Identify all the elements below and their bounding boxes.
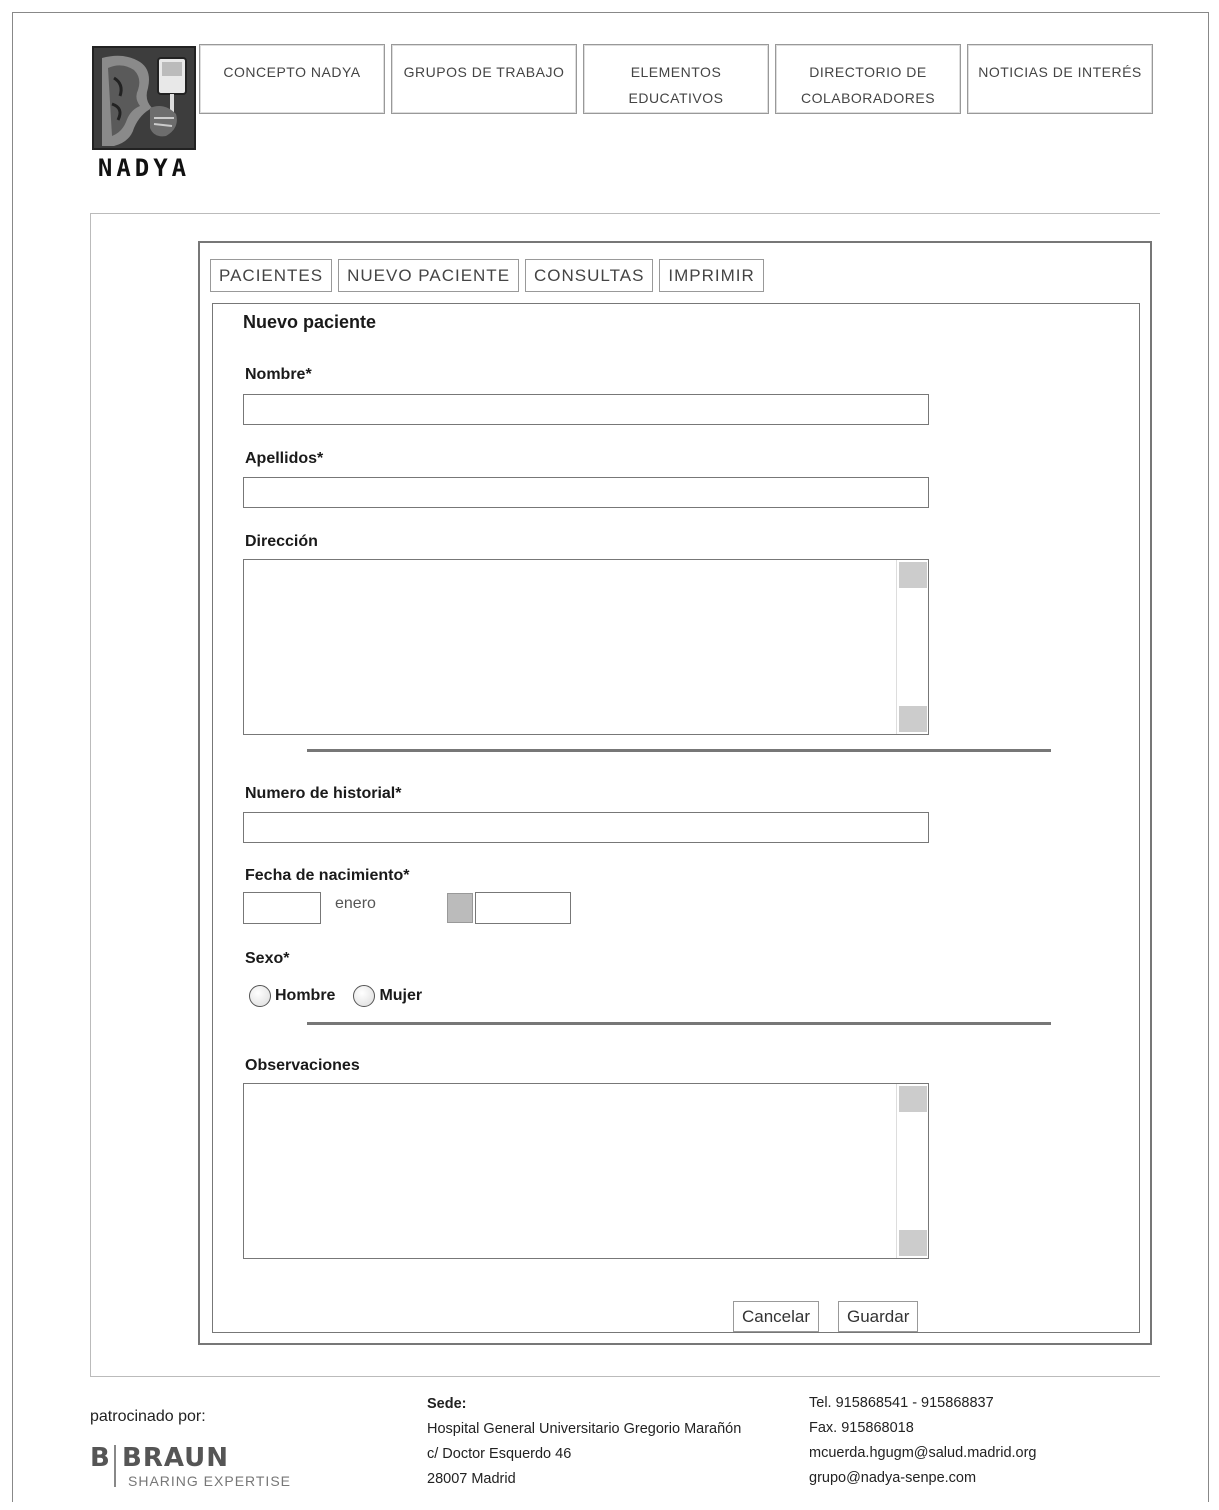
section-divider [307,1022,1051,1025]
new-patient-form: Nuevo paciente Nombre* Apellidos* Direcc… [212,303,1140,1333]
nav-label: GRUPOS DE TRABAJO [403,64,565,80]
scroll-up-button[interactable] [899,562,927,588]
nav-directorio-colaboradores[interactable]: DIRECTORIO DE COLABORADORES [775,44,961,114]
form-title: Nuevo paciente [243,312,377,332]
tab-nuevo-paciente[interactable]: NUEVO PACIENTE [338,259,520,292]
braun-logo-bar [114,1445,116,1487]
birth-month-select[interactable]: enero [323,892,473,924]
scroll-up-button[interactable] [899,1086,927,1112]
nav-label: DIRECTORIO DE COLABORADORES [800,64,936,106]
nav-grupos-de-trabajo[interactable]: GRUPOS DE TRABAJO [391,44,577,114]
radio-hombre-label[interactable]: Hombre [275,987,335,1005]
sexo-label: Sexo* [245,950,290,967]
scroll-down-button[interactable] [899,706,927,732]
fecha-nacimiento-label: Fecha de nacimiento* [245,867,410,884]
braun-tagline: SHARING EXPERTISE [128,1473,292,1489]
scroll-down-button[interactable] [899,1230,927,1256]
content-left-rule [90,213,91,1377]
historial-input[interactable] [243,812,929,843]
nav-elementos-educativos[interactable]: ELEMENTOS EDUCATIVOS [583,44,769,114]
top-nav: CONCEPTO NADYA GRUPOS DE TRABAJO ELEMENT… [199,44,1153,114]
contact-phone: Tel. 915868541 - 915868837 [809,1395,994,1411]
contact-email-link[interactable]: mcuerda.hgugm@salud.madrid.org [809,1441,1037,1466]
tab-imprimir[interactable]: IMPRIMIR [659,259,764,292]
sexo-radio-group: Hombre Mujer [249,985,436,1007]
observaciones-label: Observaciones [245,1057,360,1074]
birth-day-input[interactable] [243,892,321,924]
braun-logo-b: B [90,1443,110,1473]
sede-line: Hospital General Universitario Gregorio … [427,1421,742,1437]
tab-pacientes[interactable]: PACIENTES [210,259,333,292]
observaciones-input[interactable] [244,1084,898,1258]
sede-heading: Sede: [427,1396,467,1412]
sponsor-label: patrocinado por: [90,1408,206,1425]
braun-logo-name: BRAUN [122,1443,230,1473]
radio-mujer-label[interactable]: Mujer [379,987,422,1005]
contact-email-link[interactable]: grupo@nadya-senpe.com [809,1466,1037,1491]
bbraun-logo[interactable]: B BRAUN SHARING EXPERTISE [90,1443,300,1491]
section-divider [307,749,1051,752]
contact-info: Tel. 915868541 - 915868837 Fax. 91586801… [809,1391,1037,1491]
sede-line: c/ Doctor Esquerdo 46 [427,1446,572,1462]
dropdown-arrow-icon[interactable] [447,893,473,923]
sede-line: 28007 Madrid [427,1471,516,1487]
nav-label: CONCEPTO NADYA [223,64,361,80]
nav-noticias-de-interes[interactable]: NOTICIAS DE INTERÉS [967,44,1153,114]
footer-divider [90,1376,1160,1377]
month-value: enero [335,895,376,912]
nadya-logo[interactable]: NADYA [92,46,196,186]
nombre-label: Nombre* [245,366,312,383]
tab-consultas[interactable]: CONSULTAS [525,259,654,292]
nombre-input[interactable] [243,394,929,425]
direccion-label: Dirección [245,533,318,550]
contact-fax: Fax. 915868018 [809,1420,914,1436]
nav-label: NOTICIAS DE INTERÉS [978,64,1142,80]
save-button[interactable]: Guardar [838,1301,919,1332]
historial-label: Numero de historial* [245,785,402,802]
nav-label: ELEMENTOS EDUCATIVOS [628,64,724,106]
apellidos-input[interactable] [243,477,929,508]
sede-address: Sede: Hospital General Universitario Gre… [427,1392,741,1492]
patient-app-panel: PACIENTES NUEVO PACIENTE CONSULTAS IMPRI… [198,241,1152,1345]
app-tabs: PACIENTES NUEVO PACIENTE CONSULTAS IMPRI… [210,259,764,292]
observaciones-textarea[interactable] [243,1083,929,1259]
header-divider [90,213,1160,214]
logo-wordmark: NADYA [97,154,191,182]
direccion-scrollbar[interactable] [896,560,928,734]
cancel-button[interactable]: Cancelar [733,1301,820,1332]
radio-hombre[interactable] [249,985,271,1007]
nav-concepto-nadya[interactable]: CONCEPTO NADYA [199,44,385,114]
radio-mujer[interactable] [353,985,376,1007]
birth-year-input[interactable] [475,892,571,924]
observaciones-scrollbar[interactable] [896,1084,928,1258]
direccion-textarea[interactable] [243,559,929,735]
nadya-logo-image [92,46,196,150]
direccion-input[interactable] [244,560,898,734]
apellidos-label: Apellidos* [245,450,324,467]
